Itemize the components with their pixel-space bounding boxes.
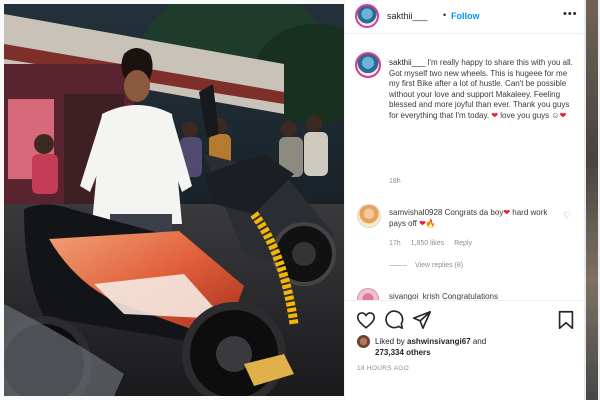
post-photo[interactable] [4, 4, 344, 396]
speech-bubble-icon[interactable] [383, 309, 405, 331]
commenter-avatar[interactable] [357, 204, 381, 228]
separator-dot: • [443, 10, 447, 20]
instagram-post-screenshot: sakthii___ • Follow ••• sakthii___ I'm r… [0, 0, 600, 400]
background-edge [584, 0, 600, 400]
post-header: sakthii___ • Follow ••• [345, 0, 585, 34]
commenter-avatar[interactable] [357, 288, 379, 300]
view-replies-label: View replies (8) [415, 262, 464, 269]
heart-outline-icon[interactable] [355, 309, 377, 331]
heart-emoji-icon: ❤ [491, 110, 499, 120]
heart-emoji-icon: ❤ [419, 218, 426, 228]
post-actions: Liked by ashwinsivangi67 and 273,334 oth… [345, 300, 585, 400]
caption-end: love you guys [500, 110, 550, 120]
comment-text: samvishal0928 Congrats da boy❤ hard work… [389, 208, 549, 229]
commenter-username[interactable]: sivangoi_krish [389, 292, 440, 300]
comment-likes[interactable]: 1,850 likes [411, 240, 444, 247]
replies-divider [389, 264, 407, 266]
liker-avatar[interactable] [357, 335, 370, 348]
smile-emoji-icon: ☺ [551, 110, 560, 120]
liker-username[interactable]: ashwinsivangi67 [407, 337, 471, 346]
like-count[interactable]: 273,334 others [375, 348, 431, 357]
liked-prefix: Liked by [375, 337, 408, 346]
caption-username[interactable]: sakthii___ [389, 58, 425, 67]
view-replies-link[interactable]: View replies (8) [389, 262, 463, 269]
heart-emoji-icon: ❤ [503, 208, 511, 217]
photo-illustration [4, 4, 344, 396]
comment-item: sivangoi_krish Congratulations [345, 284, 585, 300]
comment-like-icon[interactable]: ♡ [563, 210, 571, 221]
caption-block: sakthii___ I'm really happy to share thi… [345, 36, 585, 196]
comment-time: 17h [389, 240, 401, 247]
liked-by-text: Liked by ashwinsivangi67 and 273,334 oth… [375, 336, 575, 358]
paper-plane-icon[interactable] [411, 309, 433, 331]
commenter-username[interactable]: samvishal0928 [389, 208, 442, 217]
bookmark-icon[interactable] [555, 309, 577, 331]
comment-text: sivangoi_krish Congratulations [389, 292, 498, 300]
reply-button[interactable]: Reply [454, 240, 472, 247]
fire-emoji-icon: 🔥 [425, 218, 436, 228]
post-side-panel: sakthii___ • Follow ••• sakthii___ I'm r… [344, 0, 585, 400]
caption-author-avatar[interactable] [355, 52, 381, 78]
background-strip [586, 0, 598, 400]
author-avatar[interactable] [355, 4, 379, 28]
more-options-icon[interactable]: ••• [563, 8, 578, 20]
caption-timestamp: 18h [389, 178, 401, 185]
comment-body: Congratulations [441, 292, 498, 300]
follow-button[interactable]: Follow [451, 11, 480, 21]
comment-item: samvishal0928 Congrats da boy❤ hard work… [345, 200, 585, 270]
post-timestamp: 18 HOURS AGO [357, 365, 410, 372]
comment-meta: 17h 1,850 likes Reply [389, 240, 480, 247]
heart-emoji-icon: ❤ [559, 110, 567, 120]
author-username[interactable]: sakthii___ [387, 11, 428, 21]
comment-body-a: Congrats da boy [444, 208, 504, 217]
caption-text-block: sakthii___ I'm really happy to share thi… [389, 58, 575, 122]
liked-and: and [470, 337, 487, 346]
